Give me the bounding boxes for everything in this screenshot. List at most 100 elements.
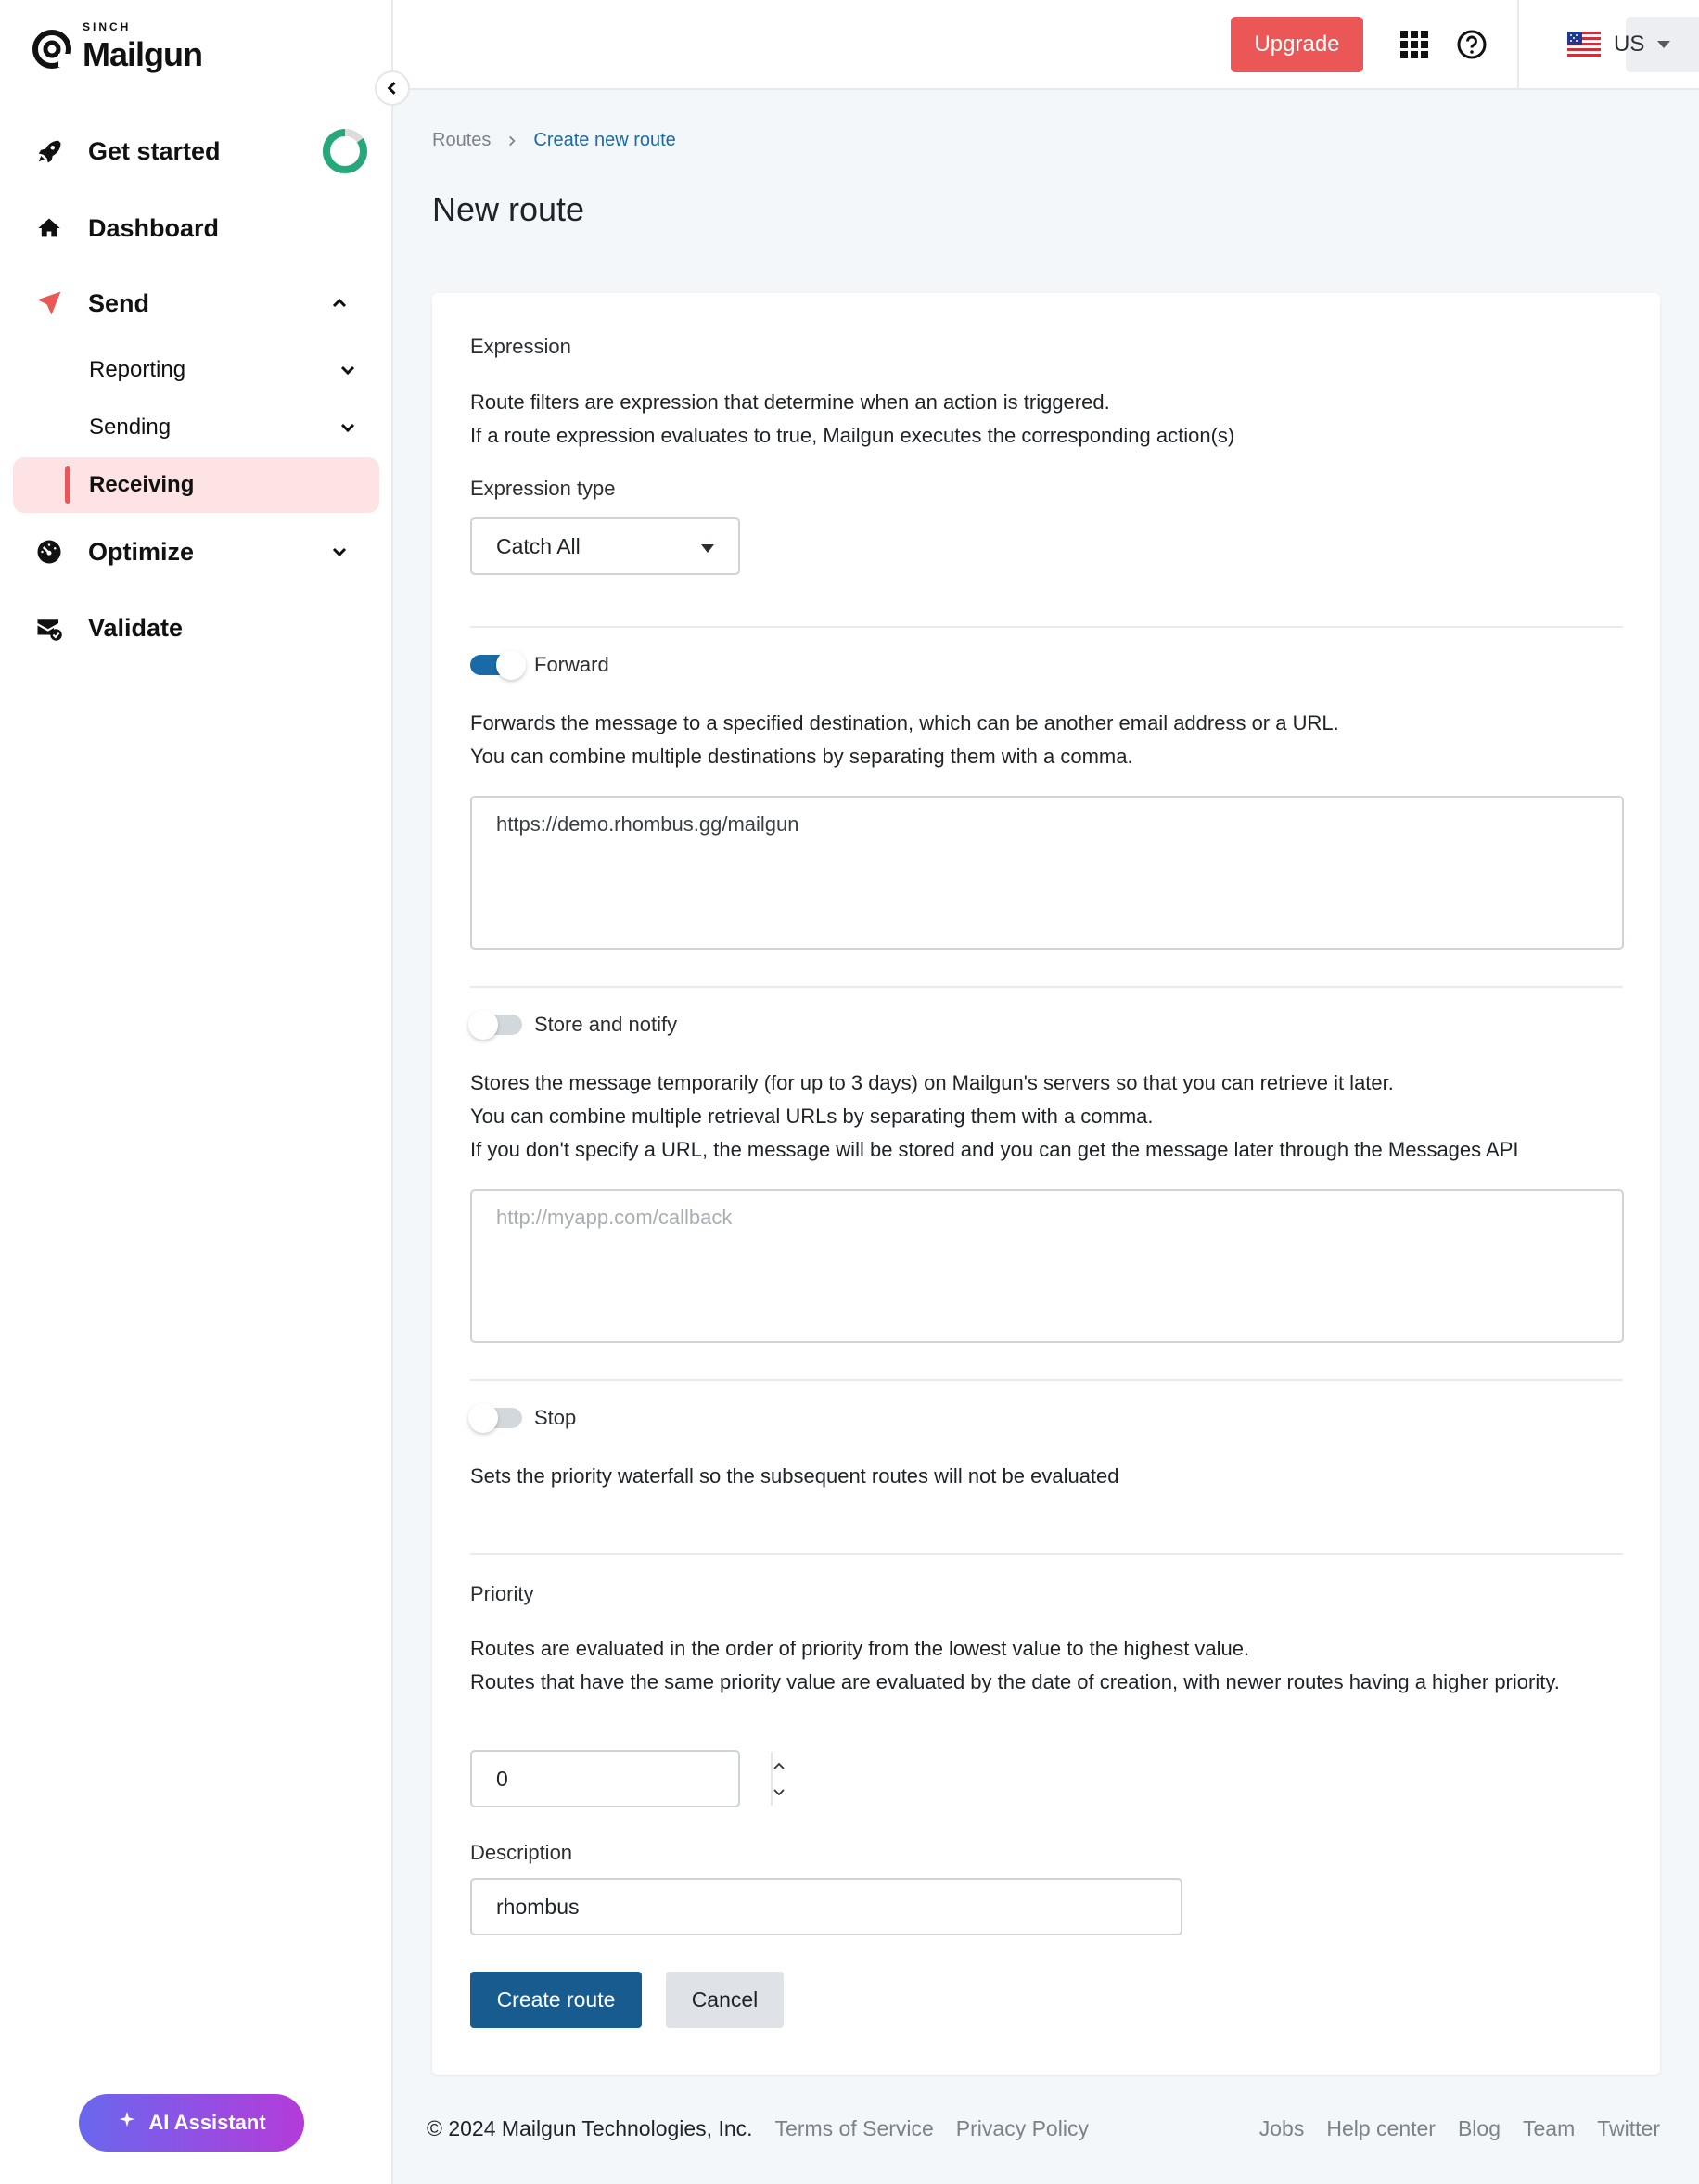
sidebar-subitem-label: Reporting bbox=[89, 357, 186, 382]
sidebar-item-label: Get started bbox=[88, 136, 221, 165]
apps-grid-icon[interactable] bbox=[1400, 31, 1428, 58]
footer-link-help-center[interactable]: Help center bbox=[1326, 2116, 1436, 2141]
store-description: Stores the message temporarily (for up t… bbox=[470, 1066, 1623, 1167]
sidebar-item-optimize[interactable]: Optimize bbox=[33, 531, 369, 572]
stop-toggle[interactable] bbox=[468, 1403, 522, 1433]
expression-type-value: Catch All bbox=[496, 533, 581, 558]
decrement-button[interactable] bbox=[773, 1779, 786, 1806]
sidebar-item-validate[interactable]: Validate bbox=[33, 607, 369, 648]
increment-button[interactable] bbox=[773, 1752, 786, 1779]
ai-assistant-button[interactable]: AI Assistant bbox=[79, 2094, 304, 2152]
expression-description-line: Route filters are expression that determ… bbox=[470, 390, 1110, 414]
top-header: Upgrade US bbox=[393, 0, 1699, 90]
footer-right-links: Jobs Help center Blog Team Twitter bbox=[1237, 2116, 1660, 2141]
sidebar-item-send[interactable]: Send bbox=[33, 283, 369, 324]
description-label: Description bbox=[470, 1841, 573, 1864]
page-title: New route bbox=[432, 190, 585, 228]
expression-description: Route filters are expression that determ… bbox=[470, 386, 1623, 453]
stop-description: Sets the priority waterfall so the subse… bbox=[470, 1464, 1119, 1488]
forward-description: Forwards the message to a specified dest… bbox=[470, 707, 1623, 773]
toggle-knob bbox=[468, 1403, 498, 1433]
create-route-button[interactable]: Create route bbox=[470, 1972, 642, 2028]
chevron-up-icon[interactable] bbox=[328, 292, 351, 314]
chevron-left-icon bbox=[387, 82, 396, 95]
store-description-line: Stores the message temporarily (for up t… bbox=[470, 1071, 1394, 1094]
section-divider bbox=[470, 626, 1623, 628]
sidebar-item-label: Dashboard bbox=[88, 213, 220, 242]
mail-check-icon bbox=[33, 612, 65, 644]
cancel-button[interactable]: Cancel bbox=[666, 1972, 784, 2028]
footer: © 2024 Mailgun Technologies, Inc. Terms … bbox=[427, 2110, 1660, 2147]
forward-label: Forward bbox=[534, 653, 609, 676]
logo-sinch: SINCH bbox=[83, 20, 132, 33]
footer-link-terms[interactable]: Terms of Service bbox=[775, 2116, 934, 2141]
description-input[interactable] bbox=[470, 1878, 1182, 1935]
chevron-up-icon bbox=[773, 1762, 785, 1769]
sidebar-item-get-started[interactable]: Get started bbox=[33, 129, 369, 173]
caret-down-icon bbox=[1657, 41, 1671, 48]
forward-description-line: You can combine multiple destinations by… bbox=[470, 745, 1133, 768]
stop-toggle-row: Stop bbox=[468, 1403, 577, 1433]
breadcrumb-routes-link[interactable]: Routes bbox=[432, 130, 491, 151]
priority-description: Routes are evaluated in the order of pri… bbox=[470, 1632, 1586, 1699]
mailgun-logo[interactable]: SINCH Mailgun bbox=[31, 20, 203, 74]
header-divider bbox=[1517, 0, 1519, 90]
forward-toggle-row: Forward bbox=[470, 650, 609, 680]
sidebar: SINCH Mailgun Get started Dashboard Send… bbox=[0, 0, 393, 2184]
progress-ring bbox=[323, 129, 367, 173]
home-icon bbox=[33, 212, 65, 244]
upgrade-button[interactable]: Upgrade bbox=[1231, 17, 1363, 72]
sidebar-subitem-label: Receiving bbox=[89, 472, 195, 497]
footer-link-privacy[interactable]: Privacy Policy bbox=[956, 2116, 1089, 2141]
footer-link-blog[interactable]: Blog bbox=[1458, 2116, 1501, 2141]
expression-description-line: If a route expression evaluates to true,… bbox=[470, 424, 1235, 447]
breadcrumb: Routes Create new route bbox=[432, 130, 676, 151]
active-indicator bbox=[65, 466, 70, 504]
footer-link-twitter[interactable]: Twitter bbox=[1597, 2116, 1660, 2141]
footer-link-jobs[interactable]: Jobs bbox=[1259, 2116, 1305, 2141]
store-notify-label: Store and notify bbox=[534, 1013, 678, 1036]
us-flag-icon bbox=[1567, 32, 1601, 57]
ai-assistant-label: AI Assistant bbox=[148, 2111, 266, 2134]
collapse-sidebar-button[interactable] bbox=[375, 70, 410, 106]
region-selector[interactable]: US bbox=[1567, 17, 1699, 72]
help-icon[interactable] bbox=[1456, 29, 1488, 60]
rocket-icon bbox=[33, 135, 65, 167]
sidebar-item-label: Optimize bbox=[88, 537, 195, 566]
store-description-line: You can combine multiple retrieval URLs … bbox=[470, 1105, 1154, 1128]
chevron-down-icon[interactable] bbox=[337, 359, 359, 381]
priority-description-line: Routes are evaluated in the order of pri… bbox=[470, 1637, 1250, 1660]
store-callback-input[interactable] bbox=[470, 1189, 1624, 1343]
sidebar-item-label: Send bbox=[88, 288, 150, 317]
stop-label: Stop bbox=[534, 1406, 577, 1429]
chevron-down-icon[interactable] bbox=[337, 416, 359, 439]
sidebar-subitem-label: Sending bbox=[89, 415, 172, 440]
chevron-down-icon bbox=[773, 1788, 785, 1795]
sidebar-item-dashboard[interactable]: Dashboard bbox=[33, 208, 369, 249]
forward-destination-input[interactable]: https://demo.rhombus.gg/mailgun bbox=[470, 796, 1624, 950]
sidebar-subitem-sending[interactable]: Sending bbox=[13, 400, 379, 455]
section-divider bbox=[470, 1553, 1623, 1555]
priority-description-line: Routes that have the same priority value… bbox=[470, 1670, 1560, 1693]
store-toggle-row: Store and notify bbox=[468, 1010, 678, 1040]
priority-number-input bbox=[470, 1750, 785, 1807]
footer-link-team[interactable]: Team bbox=[1523, 2116, 1575, 2141]
priority-title: Priority bbox=[470, 1582, 534, 1605]
sidebar-subitem-reporting[interactable]: Reporting bbox=[13, 342, 379, 398]
section-divider bbox=[470, 1379, 1623, 1381]
forward-description-line: Forwards the message to a specified dest… bbox=[470, 711, 1339, 734]
priority-value[interactable] bbox=[472, 1752, 771, 1806]
chevron-down-icon[interactable] bbox=[328, 541, 351, 563]
sidebar-subitem-receiving[interactable]: Receiving bbox=[13, 457, 379, 513]
copyright: © 2024 Mailgun Technologies, Inc. bbox=[427, 2115, 753, 2140]
region-label: US bbox=[1614, 32, 1645, 57]
forward-toggle[interactable] bbox=[470, 650, 526, 680]
caret-down-icon bbox=[701, 544, 714, 553]
chevron-right-icon bbox=[509, 135, 516, 146]
gauge-icon bbox=[33, 536, 65, 568]
expression-type-select[interactable]: Catch All bbox=[470, 517, 740, 575]
sidebar-item-label: Validate bbox=[88, 613, 184, 642]
store-notify-toggle[interactable] bbox=[468, 1010, 522, 1040]
breadcrumb-current: Create new route bbox=[533, 130, 676, 150]
expression-title: Expression bbox=[470, 335, 571, 358]
